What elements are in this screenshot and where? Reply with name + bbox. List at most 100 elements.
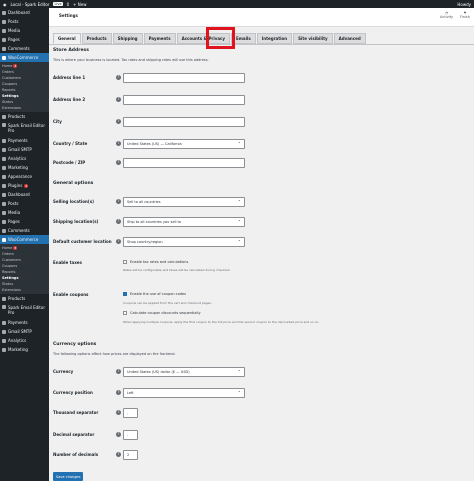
help-icon[interactable]: ? <box>116 160 121 165</box>
analytics-icon <box>2 338 6 343</box>
sidebar-item-label: Payments <box>8 320 28 325</box>
coupons-checkbox-label: Enable the use of coupon codes <box>130 292 186 296</box>
sidebar-item-pages[interactable]: Pages <box>0 35 49 44</box>
help-icon[interactable]: ? <box>116 75 121 80</box>
help-icon[interactable]: ? <box>116 141 121 146</box>
submenu-item-extensions[interactable]: Extensions <box>0 287 49 293</box>
help-icon[interactable]: ? <box>116 97 121 102</box>
submenu-item-label: Status <box>2 282 14 286</box>
postcode-input[interactable] <box>123 158 245 168</box>
sidebar-item-spark-email-editor-pro[interactable]: Spark Email Editor Pro <box>0 121 49 136</box>
decimals-input[interactable]: 2 <box>123 450 138 460</box>
sidebar-item-label: Spark Email Editor Pro <box>8 123 45 133</box>
sidebar-item-pages[interactable]: Pages <box>0 217 49 226</box>
wordpress-icon[interactable]: ◉ <box>3 2 7 7</box>
sidebar-item-payments[interactable]: Payments <box>0 136 49 145</box>
address2-input[interactable] <box>123 95 245 105</box>
sidebar-item-posts[interactable]: Posts <box>0 17 49 26</box>
decimal-separator-input[interactable]: . <box>123 430 138 440</box>
comments-count[interactable]: 0 <box>67 2 70 7</box>
address1-input[interactable] <box>123 73 245 83</box>
sidebar-item-analytics[interactable]: Analytics <box>0 154 49 163</box>
help-icon[interactable]: ? <box>116 119 121 124</box>
tab-general[interactable]: General <box>53 33 81 44</box>
emails-tab-highlight <box>206 27 235 49</box>
sidebar-item-dashboard[interactable]: Dashboard <box>0 190 49 199</box>
sidebar-item-label: Products <box>8 114 26 119</box>
sidebar-item-media[interactable]: Media <box>0 26 49 35</box>
taxes-checkbox-label: Enable tax rates and calculations <box>130 260 189 264</box>
sidebar-item-comments[interactable]: Comments <box>0 44 49 53</box>
tab-integration[interactable]: Integration <box>256 33 293 44</box>
sidebar-item-label: Posts <box>8 201 19 206</box>
coupons-checkbox[interactable] <box>123 292 127 296</box>
activity-button[interactable]: ◔ Activity <box>440 11 453 19</box>
home-count-badge: 3 <box>13 64 18 68</box>
sidebar-item-gmail-smtp[interactable]: Gmail SMTP <box>0 145 49 154</box>
taxes-checkbox[interactable] <box>123 260 127 264</box>
sidebar-item-spark-email-editor-pro[interactable]: Spark Email Editor Pro <box>0 303 49 318</box>
save-changes-button[interactable]: Save changes <box>53 472 84 481</box>
comments-icon <box>2 46 6 51</box>
sidebar-item-woocommerce-2[interactable]: WooCommerce <box>0 235 49 244</box>
tab-products[interactable]: Products <box>81 33 112 44</box>
sidebar-item-plugins[interactable]: Plugins 3 <box>0 181 49 190</box>
sidebar-item-marketing[interactable]: Marketing <box>0 345 49 354</box>
sidebar-item-comments[interactable]: Comments <box>0 226 49 235</box>
help-icon[interactable]: ? <box>116 432 121 437</box>
help-icon[interactable]: ? <box>116 452 121 457</box>
help-icon[interactable]: ? <box>116 369 121 374</box>
sidebar-item-payments[interactable]: Payments <box>0 318 49 327</box>
payments-icon <box>2 138 6 143</box>
page-header: Settings ◔ Activity ⚑ Finish <box>49 8 474 27</box>
sidebar-item-products[interactable]: Products <box>0 112 49 121</box>
tab-shipping[interactable]: Shipping <box>112 33 143 44</box>
sidebar-item-products[interactable]: Products <box>0 294 49 303</box>
gmail-smtp-icon <box>2 329 6 334</box>
sidebar-item-media[interactable]: Media <box>0 208 49 217</box>
submenu-item-extensions[interactable]: Extensions <box>0 105 49 111</box>
sidebar-item-analytics[interactable]: Analytics <box>0 336 49 345</box>
selling-label: Selling location(s) <box>53 199 94 204</box>
sidebar-item-label: Comments <box>8 46 30 51</box>
woocommerce-icon <box>2 237 6 242</box>
help-icon[interactable]: ? <box>116 219 121 224</box>
sidebar-item-label: Media <box>8 28 21 33</box>
selling-select[interactable]: Sell to all countries <box>123 197 245 207</box>
currency-position-select[interactable]: Left <box>123 388 245 398</box>
tab-advanced[interactable]: Advanced <box>333 33 366 44</box>
sidebar-item-appearance[interactable]: Appearance <box>0 172 49 181</box>
help-icon[interactable]: ? <box>116 410 121 415</box>
customer-location-select[interactable]: Shop country/region <box>123 237 245 247</box>
currency-select[interactable]: United States (US) dollar ($ — USD) <box>123 367 245 377</box>
finish-setup-button[interactable]: ⚑ Finish <box>460 11 470 19</box>
plugins-icon <box>2 183 6 188</box>
sidebar-item-label: Marketing <box>8 347 28 352</box>
media-icon <box>2 210 6 215</box>
sequential-checkbox[interactable] <box>123 311 127 315</box>
sidebar-item-posts[interactable]: Posts <box>0 199 49 208</box>
shipping-select[interactable]: Ship to all countries you sell to <box>123 217 245 227</box>
spark-email-editor-pro-icon <box>2 123 6 127</box>
sidebar-item-label: Comments <box>8 228 30 233</box>
update-count-badge: 3 <box>24 183 29 188</box>
sidebar-item-woocommerce[interactable]: WooCommerce <box>0 53 49 62</box>
sidebar-item-label: Gmail SMTP <box>8 329 32 334</box>
appearance-icon <box>2 174 6 179</box>
tab-site-visibility[interactable]: Site visibility <box>293 33 333 44</box>
marketing-icon <box>2 347 6 352</box>
help-icon[interactable]: ? <box>116 390 121 395</box>
country-select[interactable]: United States (US) — California <box>123 139 245 149</box>
help-icon[interactable]: ? <box>116 199 121 204</box>
tab-payments[interactable]: Payments <box>143 33 176 44</box>
site-name-link[interactable]: Local - Spark Editor <box>11 2 50 7</box>
new-content-link[interactable]: + New <box>73 2 86 7</box>
thousand-separator-input[interactable]: , <box>123 408 138 418</box>
decimal-separator-label: Decimal separator <box>53 432 95 437</box>
sidebar-item-dashboard[interactable]: Dashboard <box>0 8 49 17</box>
sidebar-item-gmail-smtp[interactable]: Gmail SMTP <box>0 327 49 336</box>
howdy-user[interactable]: Howdy <box>457 2 471 7</box>
sidebar-item-marketing[interactable]: Marketing <box>0 163 49 172</box>
help-icon[interactable]: ? <box>116 239 121 244</box>
city-input[interactable] <box>123 117 245 127</box>
